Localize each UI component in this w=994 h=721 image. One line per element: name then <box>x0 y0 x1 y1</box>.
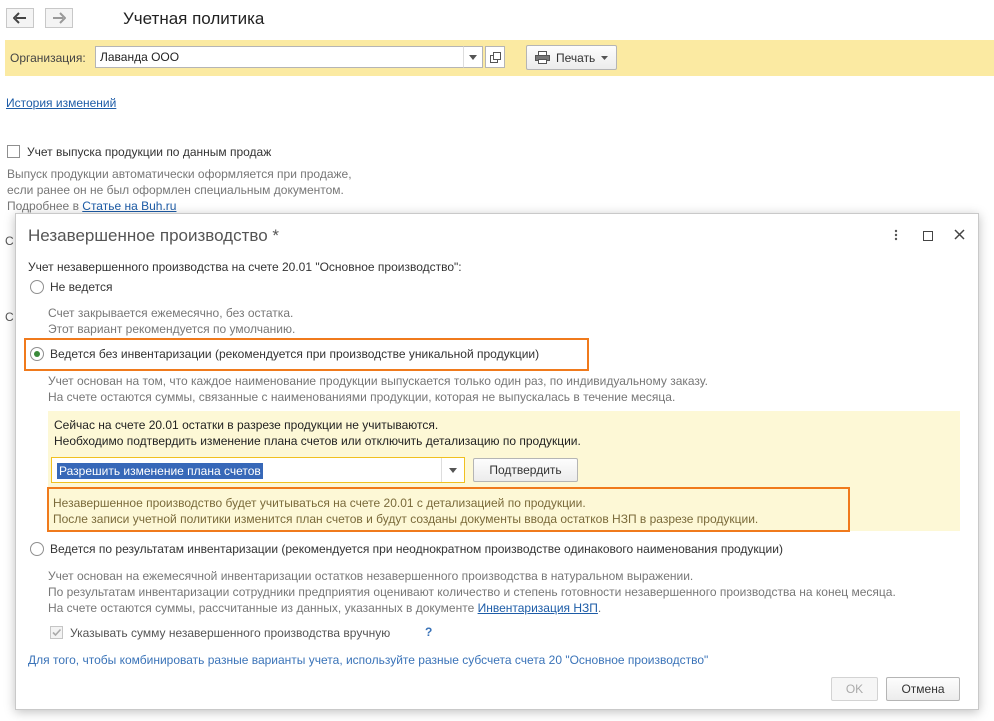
chevron-down-icon <box>449 467 457 473</box>
inventory-wip-link[interactable]: Инвентаризация НЗП <box>478 601 598 615</box>
more-info-text: Подробнее в Статье на Buh.ru <box>7 198 176 214</box>
option-no-inventory-hint-1: Учет основан на том, что каждое наименов… <box>48 374 708 388</box>
bg-fragment-1: С <box>5 234 14 248</box>
wip-question: Учет незавершенного производства на счет… <box>28 260 462 274</box>
result-line-2: После записи учетной политики изменится … <box>53 512 759 526</box>
warning-line-1: Сейчас на счете 20.01 остатки в разрезе … <box>54 418 439 432</box>
sales-output-desc-2: если ранее он не был оформлен специальны… <box>7 183 344 197</box>
organization-dropdown-button[interactable] <box>463 46 483 68</box>
checkmark-icon <box>52 628 62 637</box>
manual-wip-label: Указывать сумму незавершенного производс… <box>70 626 391 640</box>
warning-line-2: Необходимо подтвердить изменение плана с… <box>54 434 581 448</box>
hint-3-prefix: На счете остаются суммы, рассчитанные из… <box>48 601 478 615</box>
dialog-title: Незавершенное производство * <box>28 226 280 245</box>
print-label: Печать <box>556 50 596 65</box>
arrow-left-icon <box>13 12 26 24</box>
history-link[interactable]: История изменений <box>6 96 116 110</box>
sales-output-checkbox[interactable] <box>7 145 20 158</box>
option-by-inventory-label[interactable]: Ведется по результатам инвентаризации (р… <box>50 542 783 556</box>
plan-change-selected-value: Разрешить изменение плана счетов <box>57 463 263 479</box>
bg-fragment-2: С <box>5 310 14 324</box>
manual-wip-checkbox[interactable] <box>50 626 63 639</box>
forward-button[interactable] <box>45 8 73 28</box>
maximize-button[interactable] <box>923 230 933 244</box>
close-button[interactable] <box>954 229 965 243</box>
option-by-inventory-radio[interactable] <box>30 542 44 556</box>
ok-button[interactable]: OK <box>831 677 878 701</box>
option-not-tracked-radio[interactable] <box>30 280 44 294</box>
option-not-tracked-hint-2: Этот вариант рекомендуется по умолчанию. <box>48 322 296 336</box>
option-not-tracked-hint-1: Счет закрывается ежемесячно, без остатка… <box>48 306 294 320</box>
option-by-inventory-hint-1: Учет основан на ежемесячной инвентаризац… <box>48 569 694 583</box>
hint-3-suffix: . <box>597 601 602 615</box>
option-no-inventory-hint-2: На счете остаются суммы, связанные с наи… <box>48 390 676 404</box>
organization-input[interactable]: Лаванда ООО <box>95 46 481 68</box>
more-menu-button[interactable] <box>894 229 898 244</box>
chevron-down-icon <box>469 54 477 60</box>
more-info-prefix: Подробнее в <box>7 199 83 213</box>
printer-icon <box>535 51 550 64</box>
arrow-right-icon <box>53 12 66 24</box>
chevron-down-icon <box>601 55 609 60</box>
open-window-icon <box>489 51 501 63</box>
organization-open-button[interactable] <box>485 46 505 68</box>
cancel-button[interactable]: Отмена <box>886 677 960 701</box>
confirm-button[interactable]: Подтвердить <box>473 458 578 482</box>
maximize-icon <box>923 231 933 241</box>
back-button[interactable] <box>6 8 34 28</box>
page-title: Учетная политика <box>123 9 265 28</box>
option-no-inventory-radio[interactable] <box>30 347 44 361</box>
help-icon[interactable]: ? <box>425 625 432 639</box>
close-icon <box>954 229 965 240</box>
option-not-tracked-label[interactable]: Не ведется <box>50 280 112 294</box>
sales-output-desc-1: Выпуск продукции автоматически оформляет… <box>7 167 352 181</box>
print-button[interactable]: Печать <box>526 45 617 70</box>
organization-label: Организация: <box>10 51 86 65</box>
more-vertical-icon <box>894 229 898 241</box>
sales-output-label: Учет выпуска продукции по данным продаж <box>27 145 272 159</box>
plan-change-dropdown-button[interactable] <box>441 458 464 482</box>
footer-hint: Для того, чтобы комбинировать разные вар… <box>28 653 709 667</box>
plan-change-select[interactable]: Разрешить изменение плана счетов <box>51 457 465 483</box>
result-line-1: Незавершенное производство будет учитыва… <box>53 496 586 510</box>
buh-article-link[interactable]: Статье на Buh.ru <box>82 199 176 213</box>
option-by-inventory-hint-2: По результатам инвентаризации сотрудники… <box>48 585 896 599</box>
option-no-inventory-label[interactable]: Ведется без инвентаризации (рекомендуетс… <box>50 347 539 361</box>
option-by-inventory-hint-3: На счете остаются суммы, рассчитанные из… <box>48 600 601 616</box>
